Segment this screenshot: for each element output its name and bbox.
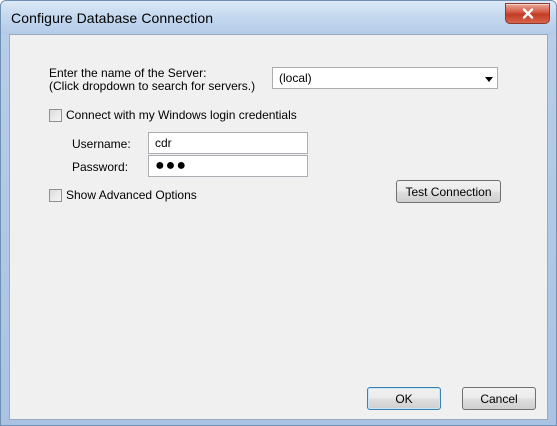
windows-login-option[interactable]: Connect with my Windows login credential…	[49, 108, 297, 122]
password-label: Password:	[72, 160, 129, 174]
dialog-window: Configure Database Connection Enter the …	[0, 0, 557, 426]
cancel-button[interactable]: Cancel	[462, 387, 536, 410]
chevron-down-icon[interactable]	[485, 77, 493, 82]
server-dropdown-value: (local)	[279, 71, 312, 85]
advanced-options-checkbox[interactable]	[49, 188, 62, 202]
title-bar[interactable]: Configure Database Connection	[1, 1, 556, 34]
advanced-options-label: Show Advanced Options	[66, 188, 197, 202]
window-title: Configure Database Connection	[11, 10, 214, 26]
server-label-line2: (Click dropdown to search for servers.)	[49, 79, 256, 93]
server-dropdown[interactable]: (local)	[272, 67, 498, 89]
dialog-body: Enter the name of the Server: (Click dro…	[9, 34, 548, 420]
password-mask: ●●●	[155, 157, 187, 174]
windows-login-label: Connect with my Windows login credential…	[66, 108, 297, 122]
windows-login-checkbox[interactable]	[49, 108, 62, 122]
advanced-options-option[interactable]: Show Advanced Options	[49, 188, 197, 202]
password-field[interactable]: ●●●	[148, 155, 308, 177]
close-icon	[522, 8, 534, 19]
screen: Configure Database Connection Enter the …	[0, 0, 557, 426]
username-field[interactable]: cdr	[148, 132, 308, 154]
ok-button[interactable]: OK	[367, 387, 441, 410]
test-connection-button[interactable]: Test Connection	[396, 180, 501, 203]
username-label: Username:	[72, 137, 131, 151]
close-button[interactable]	[505, 3, 550, 24]
server-label: Enter the name of the Server: (Click dro…	[49, 67, 255, 93]
